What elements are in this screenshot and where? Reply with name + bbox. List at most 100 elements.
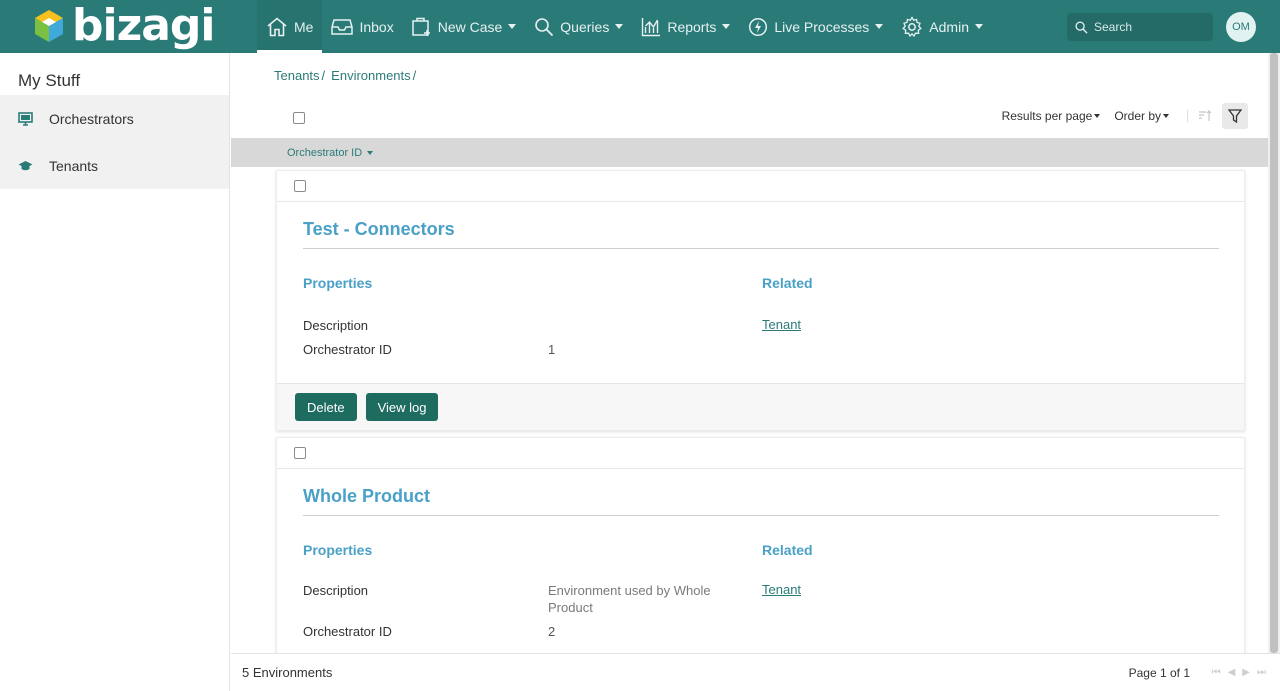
sidebar-list: Orchestrators Tenants — [0, 95, 229, 189]
search-input[interactable] — [1094, 20, 1204, 34]
property-label: Orchestrator ID — [303, 624, 392, 639]
bizagi-cube-icon — [34, 9, 64, 43]
properties-section: Properties Description Orchestrator ID 1 — [303, 275, 762, 365]
card-checkbox[interactable] — [294, 180, 306, 192]
related-section: Related Tenant — [762, 542, 813, 647]
group-by-dropdown[interactable]: Orchestrator ID — [231, 138, 1268, 167]
property-label: Description — [303, 318, 369, 333]
nav-me[interactable]: Me — [257, 0, 323, 53]
breadcrumb-environments[interactable]: Environments — [331, 68, 410, 83]
property-value: Environment used by Whole Product — [548, 583, 711, 615]
scrollbar-thumb[interactable] — [1270, 53, 1278, 653]
nav-admin[interactable]: Admin — [892, 0, 992, 53]
chevron-down-icon — [1094, 114, 1101, 118]
select-all-checkbox[interactable] — [293, 111, 305, 129]
user-avatar[interactable]: OM — [1226, 12, 1256, 42]
sidebar-item-orchestrators[interactable]: Orchestrators — [0, 95, 229, 142]
sort-icon — [1199, 110, 1212, 121]
reports-icon — [642, 17, 661, 36]
properties-heading: Properties — [303, 542, 373, 558]
order-by-dropdown[interactable]: Order by — [1114, 109, 1169, 123]
card-checkbox[interactable] — [294, 447, 306, 459]
property-value: 2 — [548, 624, 556, 639]
nav-admin-label: Admin — [929, 18, 969, 35]
chevron-down-icon — [615, 24, 624, 29]
graduation-cap-icon — [18, 160, 33, 170]
card-title: Test - Connectors — [303, 219, 1219, 249]
next-page-icon[interactable]: ▶ — [1242, 667, 1250, 678]
sidebar-item-tenants[interactable]: Tenants — [0, 142, 229, 189]
environment-card: Whole Product Properties Description Env… — [276, 437, 1245, 653]
nav-live-processes-label: Live Processes — [774, 18, 870, 35]
property-row: Orchestrator ID 1 — [303, 341, 762, 358]
property-row: Description Environment used by Whole Pr… — [303, 582, 762, 616]
sidebar-title: My Stuff — [18, 71, 81, 90]
lightning-icon — [749, 17, 768, 36]
pager: ⏮ ◀ ▶ ⏭ — [1205, 667, 1266, 678]
monitor-icon — [18, 111, 33, 126]
property-value — [548, 317, 728, 334]
chevron-down-icon — [722, 24, 731, 29]
nav-inbox[interactable]: Inbox — [322, 0, 402, 53]
delete-button[interactable]: Delete — [295, 393, 357, 421]
search-icon — [535, 17, 554, 36]
main-nav: Me Inbox New Case Queries Reports Live P… — [257, 0, 992, 53]
nav-reports-label: Reports — [667, 18, 717, 35]
search-box[interactable] — [1067, 13, 1213, 41]
nav-live-processes[interactable]: Live Processes — [739, 0, 892, 53]
home-icon — [267, 16, 287, 36]
vertical-scrollbar[interactable] — [1268, 53, 1280, 653]
property-label: Orchestrator ID — [303, 342, 392, 357]
property-row: Orchestrator ID 2 — [303, 623, 762, 640]
inbox-icon — [331, 18, 354, 35]
nav-queries[interactable]: Queries — [525, 0, 632, 53]
environment-card: Test - Connectors Properties Description… — [276, 170, 1245, 431]
record-count: 5 Environments — [242, 665, 333, 680]
related-heading: Related — [762, 275, 813, 291]
view-log-button[interactable]: View log — [365, 393, 439, 421]
property-label: Description — [303, 583, 369, 598]
first-page-icon[interactable]: ⏮ — [1212, 667, 1221, 678]
prev-page-icon[interactable]: ◀ — [1228, 667, 1236, 678]
list-footer: 5 Environments Page 1 of 1 ⏮ ◀ ▶ ⏭ — [231, 653, 1280, 691]
sidebar-item-label: Tenants — [49, 157, 99, 174]
sort-order-button[interactable] — [1187, 110, 1212, 122]
related-section: Related Tenant — [762, 275, 813, 365]
related-heading: Related — [762, 542, 813, 558]
card-actions: Delete View log — [277, 383, 1244, 430]
tenant-link[interactable]: Tenant — [762, 582, 813, 597]
brand-name: bizagi — [72, 0, 215, 51]
page-indicator: Page 1 of 1 — [1128, 665, 1190, 680]
chevron-down-icon — [1163, 114, 1169, 118]
property-value: 1 — [548, 342, 556, 357]
filter-icon — [1228, 109, 1242, 123]
chevron-down-icon — [974, 24, 983, 29]
group-by-label: Orchestrator ID — [287, 146, 363, 159]
properties-section: Properties Description Environment used … — [303, 542, 762, 647]
chevron-down-icon — [875, 24, 884, 29]
chevron-down-icon — [508, 24, 517, 29]
nav-new-case[interactable]: New Case — [403, 0, 526, 53]
filter-button[interactable] — [1222, 103, 1248, 129]
nav-new-case-label: New Case — [437, 18, 503, 35]
nav-me-label: Me — [294, 18, 314, 35]
gear-icon — [902, 15, 923, 37]
breadcrumb-tenants[interactable]: Tenants — [274, 68, 320, 83]
bizagi-logo[interactable]: bizagi — [34, 0, 215, 51]
main-content: Tenants / Environments / Results per page O… — [231, 53, 1268, 653]
nav-queries-label: Queries — [560, 18, 610, 35]
new-case-icon — [411, 17, 430, 36]
last-page-icon[interactable]: ⏭ — [1257, 667, 1266, 678]
nav-reports[interactable]: Reports — [632, 0, 739, 53]
sidebar: My Stuff Orchestrators Tenants — [0, 53, 230, 691]
list-toolbar: Results per page Order by — [988, 103, 1248, 129]
tenant-link[interactable]: Tenant — [762, 317, 813, 332]
chevron-down-icon — [367, 150, 374, 155]
sidebar-item-label: Orchestrators — [49, 110, 134, 127]
search-icon — [1075, 20, 1088, 34]
breadcrumb: Tenants / Environments / — [274, 68, 417, 83]
properties-heading: Properties — [303, 275, 373, 291]
card-title: Whole Product — [303, 486, 1219, 516]
nav-inbox-label: Inbox — [359, 18, 394, 35]
results-per-page-dropdown[interactable]: Results per page — [1002, 109, 1101, 123]
